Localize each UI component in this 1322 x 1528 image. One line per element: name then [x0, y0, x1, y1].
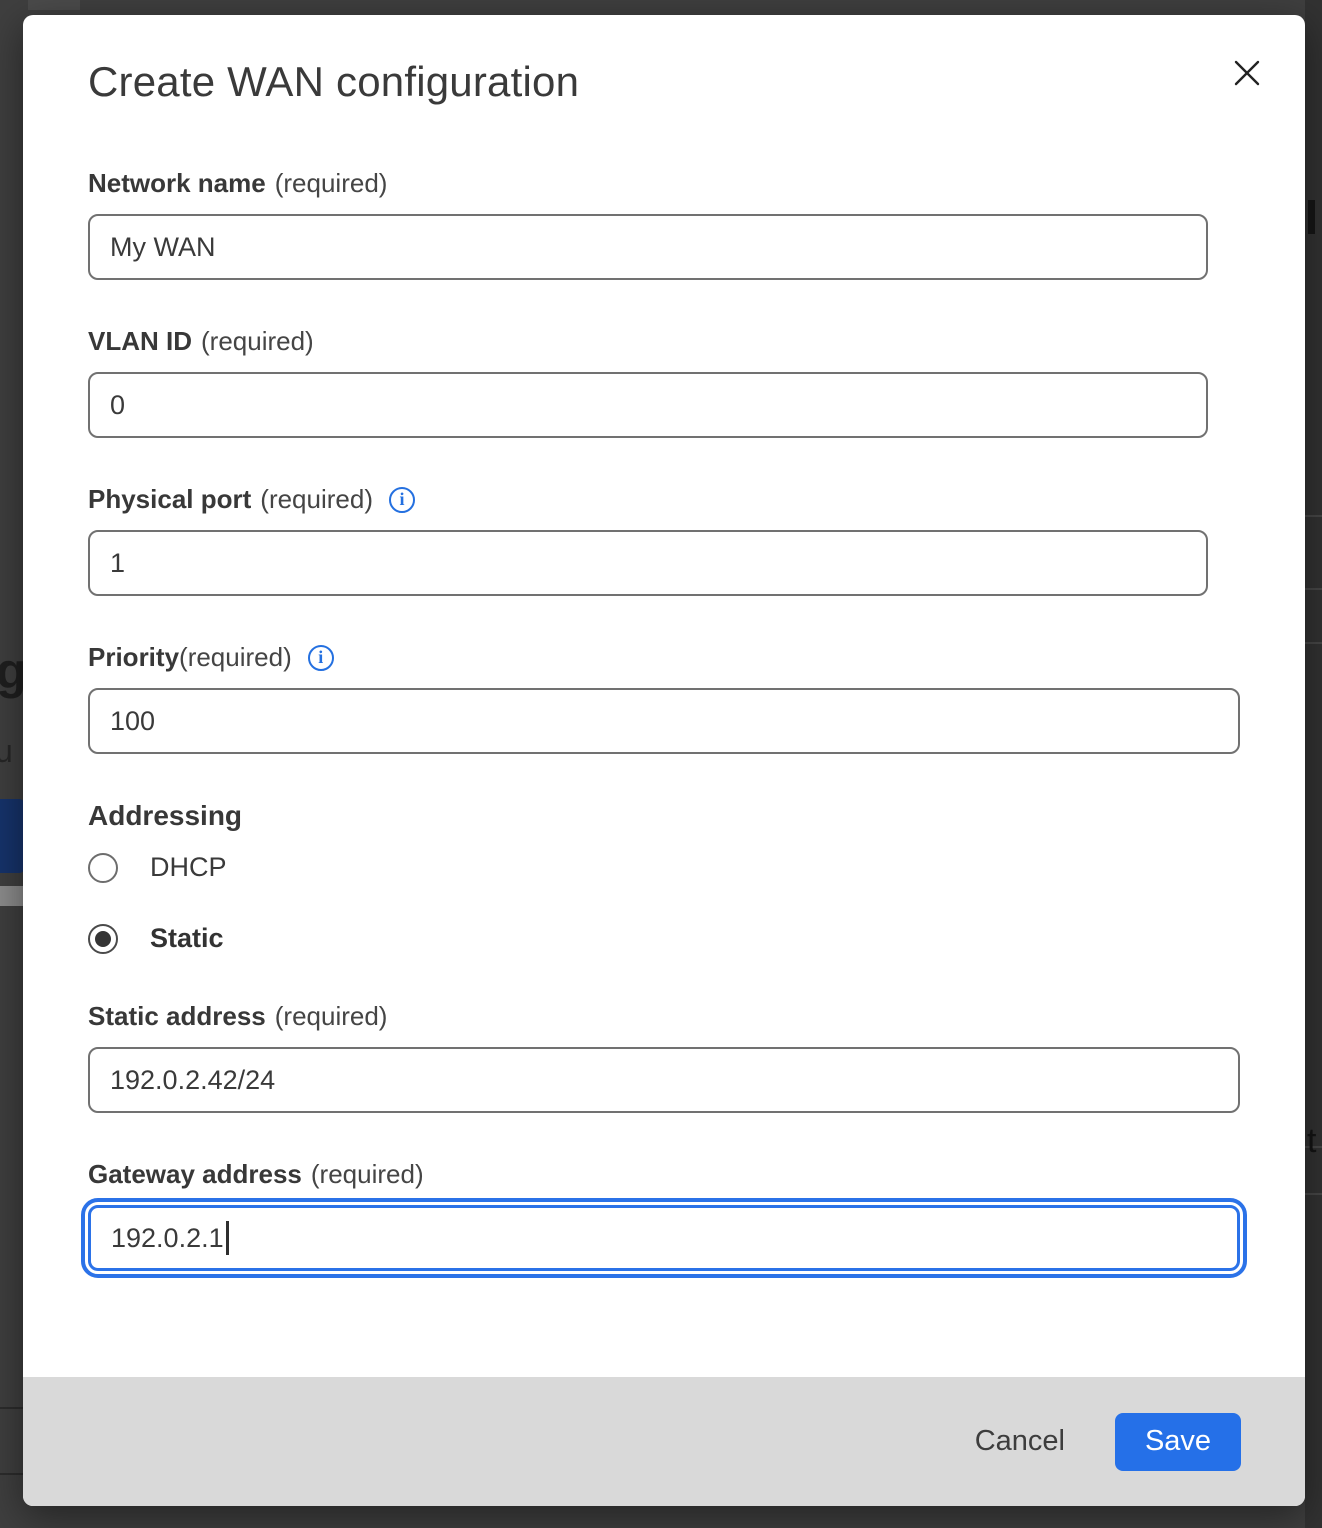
physical-port-input[interactable] [88, 530, 1208, 596]
vlan-id-group: VLAN ID (required) [88, 326, 1240, 438]
close-icon [1231, 57, 1263, 89]
priority-group: Priority (required) i [88, 642, 1240, 754]
overlay-clipped-text-mark [1308, 200, 1315, 234]
physical-port-label: Physical port [88, 484, 251, 515]
dhcp-radio-label: DHCP [150, 852, 227, 883]
info-icon[interactable]: i [308, 645, 334, 671]
addressing-group: Addressing DHCP Static [88, 800, 1240, 954]
overlay-table-line [1305, 642, 1322, 644]
save-button[interactable]: Save [1115, 1413, 1241, 1471]
vlan-id-input[interactable] [88, 372, 1208, 438]
required-hint: (required) [260, 484, 373, 515]
priority-label: Priority [88, 642, 179, 673]
addressing-option-static[interactable]: Static [88, 923, 1240, 954]
required-hint: (required) [275, 168, 388, 199]
gateway-address-input[interactable]: 192.0.2.1 [88, 1205, 1240, 1271]
dialog-title: Create WAN configuration [88, 58, 1240, 106]
network-name-input[interactable] [88, 214, 1208, 280]
overlay-clipped-blue-button [0, 799, 25, 873]
gateway-address-group: Gateway address (required) 192.0.2.1 [88, 1159, 1240, 1271]
gateway-address-value: 192.0.2.1 [111, 1223, 224, 1254]
network-name-label: Network name [88, 168, 266, 199]
physical-port-group: Physical port (required) i [88, 484, 1240, 596]
required-hint: (required) [311, 1159, 424, 1190]
static-radio-label: Static [150, 923, 224, 954]
radio-button-icon[interactable] [88, 924, 118, 954]
network-name-group: Network name (required) [88, 168, 1240, 280]
required-hint: (required) [179, 642, 292, 673]
required-hint: (required) [201, 326, 314, 357]
overlay-table-line [0, 1473, 23, 1475]
vlan-id-label: VLAN ID [88, 326, 192, 357]
static-address-input[interactable] [88, 1047, 1240, 1113]
radio-button-icon[interactable] [88, 853, 118, 883]
overlay-clipped-gray-band [0, 886, 23, 906]
priority-input[interactable] [88, 688, 1240, 754]
dialog-footer: Cancel Save [23, 1377, 1305, 1506]
text-cursor [226, 1221, 229, 1255]
overlay-table-line [1305, 1193, 1322, 1195]
overlay-clipped-body-text: u [0, 733, 13, 770]
required-hint: (required) [275, 1001, 388, 1032]
overlay-clipped-letter: t [1307, 1122, 1316, 1161]
addressing-heading: Addressing [88, 800, 1240, 832]
cancel-button[interactable]: Cancel [955, 1415, 1085, 1468]
overlay-background-highlight [28, 0, 80, 10]
close-button[interactable] [1225, 51, 1269, 95]
overlay-table-line [0, 1407, 23, 1409]
dialog-body: Create WAN configuration Network name (r… [23, 15, 1305, 1377]
overlay-table-line [1305, 515, 1322, 517]
static-address-label: Static address [88, 1001, 266, 1032]
overlay-table-line [1305, 588, 1322, 590]
addressing-option-dhcp[interactable]: DHCP [88, 852, 1240, 883]
info-icon[interactable]: i [389, 487, 415, 513]
gateway-address-label: Gateway address [88, 1159, 302, 1190]
create-wan-configuration-dialog: Create WAN configuration Network name (r… [23, 15, 1305, 1506]
static-address-group: Static address (required) [88, 1001, 1240, 1113]
